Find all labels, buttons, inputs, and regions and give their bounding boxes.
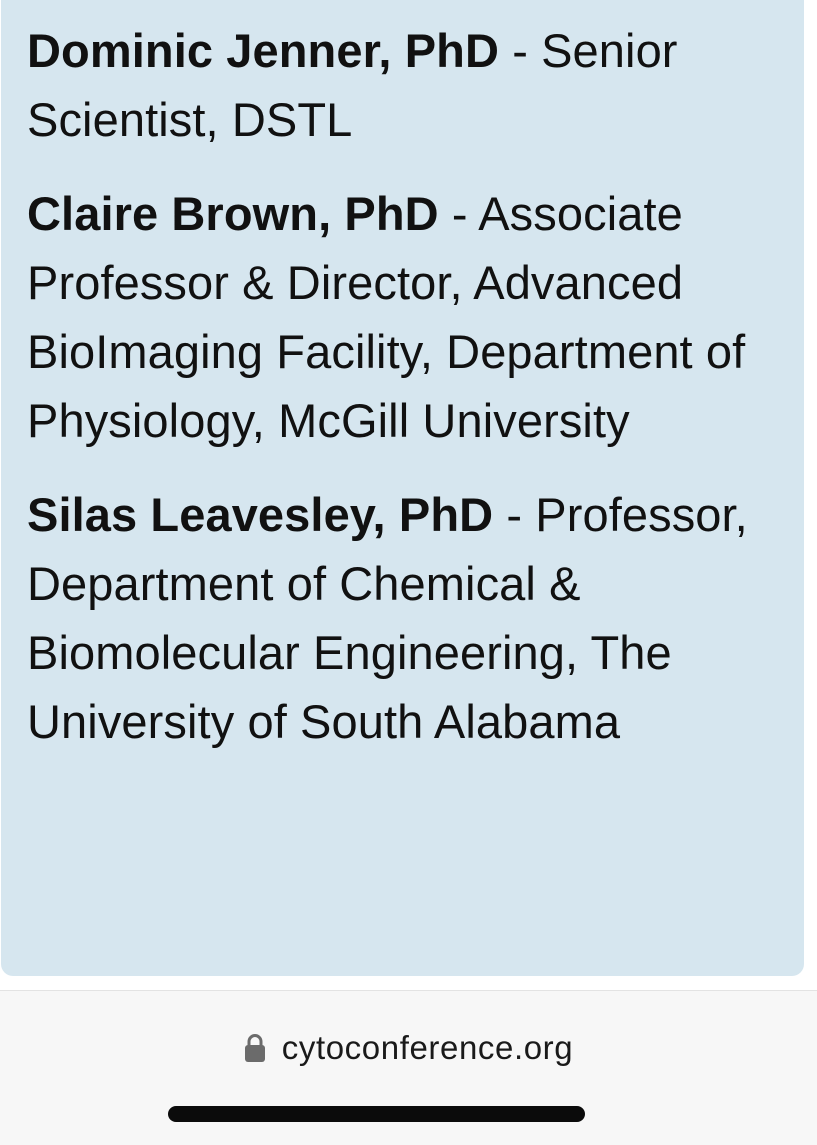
browser-bottom-bar: cytoconference.org	[0, 990, 817, 1145]
page: Dominic Jenner, PhD - Senior Scientist, …	[0, 0, 817, 1145]
speaker-entry-dominic-jenner: Dominic Jenner, PhD - Senior Scientist, …	[27, 16, 780, 154]
speaker-name: Silas Leavesley, PhD	[27, 488, 494, 541]
lock-icon	[244, 1033, 266, 1063]
speaker-list-card: Dominic Jenner, PhD - Senior Scientist, …	[1, 0, 804, 976]
speaker-entry-claire-brown: Claire Brown, PhD - Associate Professor …	[27, 179, 780, 455]
address-bar[interactable]: cytoconference.org	[0, 1021, 817, 1075]
speaker-name: Claire Brown, PhD	[27, 187, 439, 240]
page-scrollbar[interactable]	[808, 0, 817, 988]
home-indicator[interactable]	[168, 1106, 585, 1122]
url-text[interactable]: cytoconference.org	[282, 1029, 573, 1067]
speaker-entry-silas-leavesley: Silas Leavesley, PhD - Professor, Depart…	[27, 480, 780, 756]
speaker-name: Dominic Jenner, PhD	[27, 24, 500, 77]
